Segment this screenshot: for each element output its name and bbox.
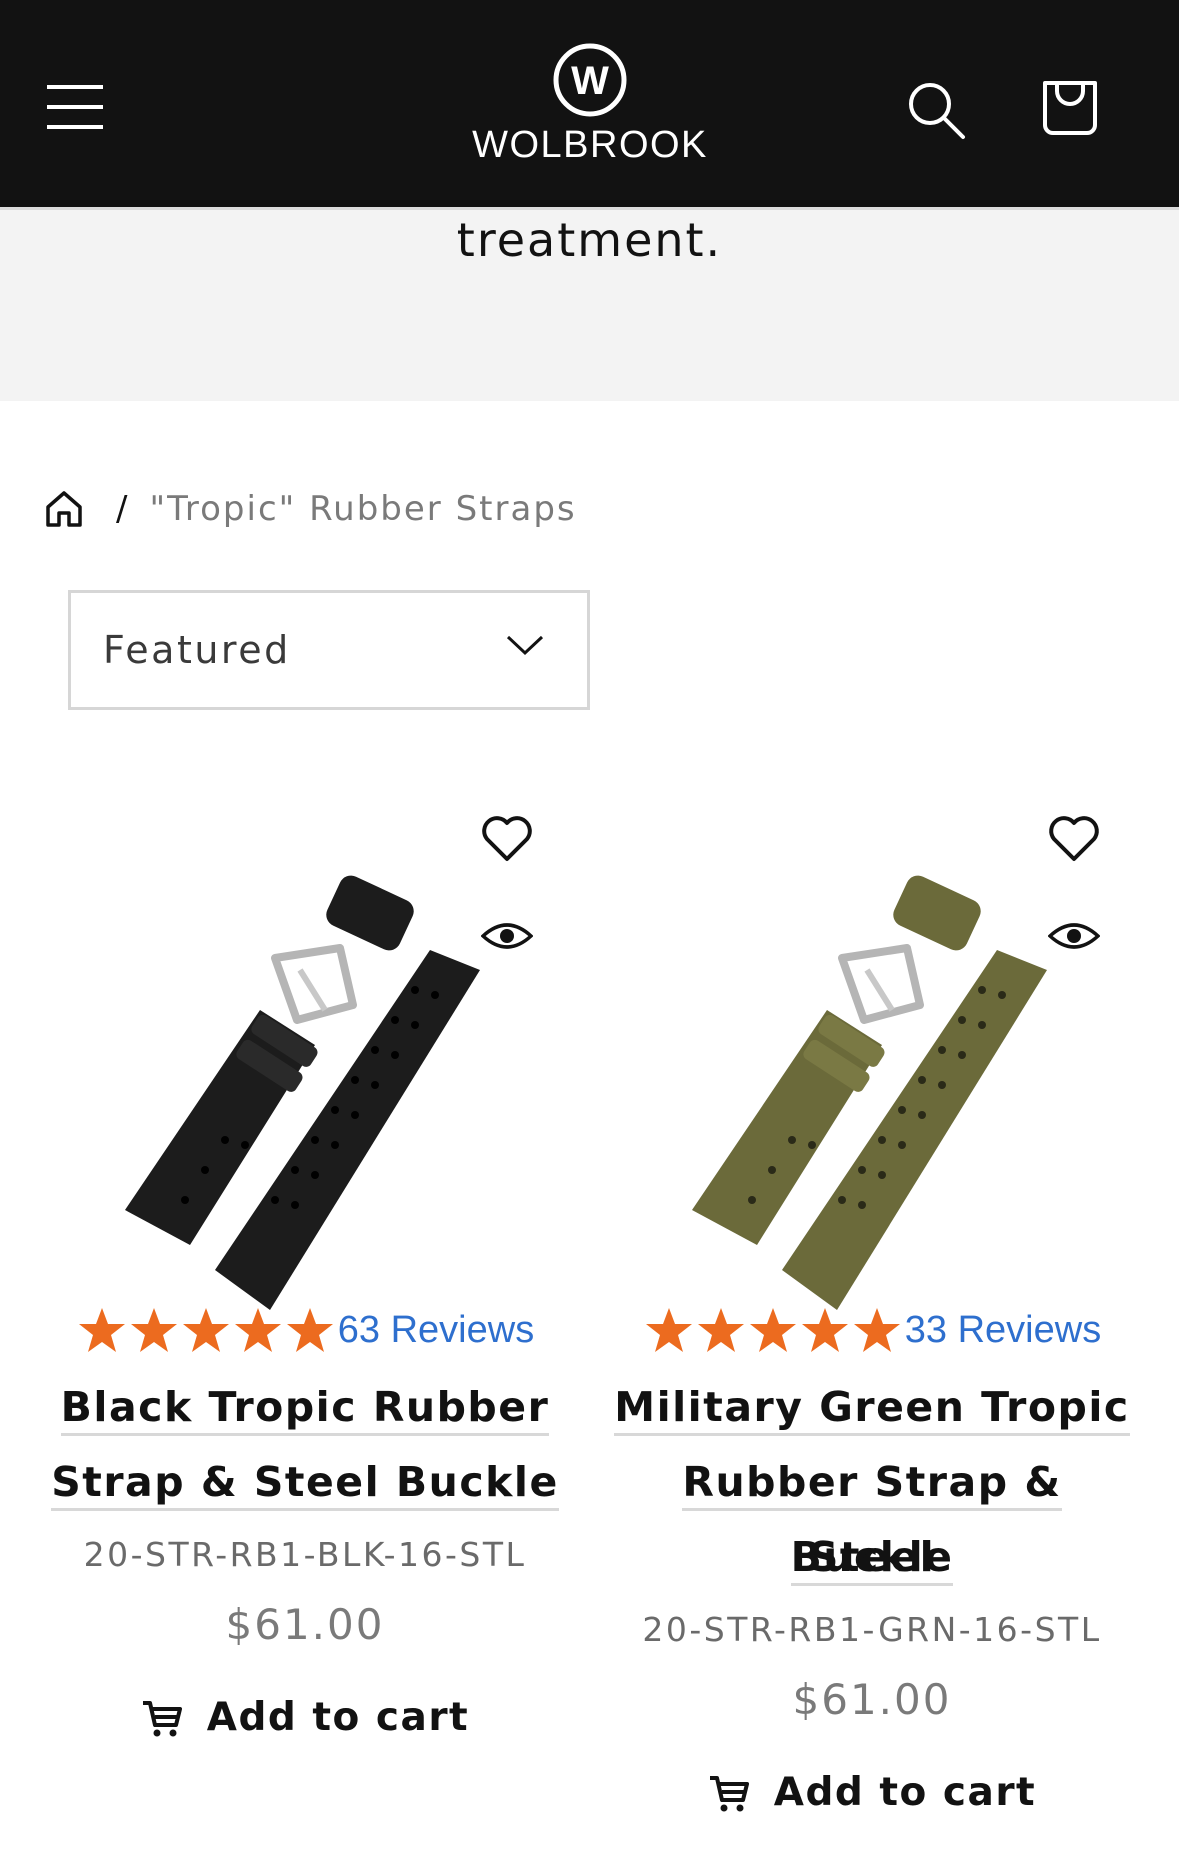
sort-select[interactable]: Featured <box>68 590 590 710</box>
product-card[interactable]: 33 Reviews Military Green Tropic Rubber … <box>612 800 1132 1815</box>
product-price: $61.00 <box>792 1675 952 1724</box>
breadcrumb-separator: / <box>116 489 130 529</box>
breadcrumb: / "Tropic" Rubber Straps <box>44 484 577 534</box>
search-icon <box>909 83 965 139</box>
add-to-cart-label: Add to cart <box>773 1770 1037 1815</box>
star-rating <box>76 1305 336 1355</box>
collection-description-banner: treatment. <box>0 207 1179 401</box>
product-title[interactable]: Black Tropic Rubber <box>45 1370 565 1445</box>
star-icon <box>801 1308 848 1352</box>
add-to-cart-label: Add to cart <box>206 1695 470 1740</box>
cart-button[interactable] <box>1030 66 1110 146</box>
cart-icon <box>142 1700 182 1736</box>
product-title[interactable]: Military Green Tropic <box>612 1370 1132 1445</box>
star-icon <box>182 1308 229 1352</box>
product-image[interactable] <box>45 800 565 1310</box>
quick-view-eye-icon[interactable] <box>481 918 533 954</box>
product-title[interactable]: Strap & Steel Buckle <box>45 1445 565 1520</box>
star-icon <box>78 1308 125 1352</box>
logo-text: WOLBROOK <box>472 124 708 166</box>
svg-text:W: W <box>571 59 609 103</box>
strap-image <box>125 875 480 1310</box>
product-sku: 20-STR-RB1-BLK-16-STL <box>83 1535 527 1574</box>
add-to-cart-button[interactable]: Add to cart <box>45 1695 565 1740</box>
product-image[interactable] <box>612 800 1132 1310</box>
banner-text: treatment. <box>456 213 723 267</box>
search-button[interactable] <box>896 70 976 150</box>
cart-bag-icon <box>1043 81 1097 135</box>
sort-selected-value: Featured <box>103 628 291 672</box>
strap-image <box>692 875 1047 1310</box>
product-title-line: Military Green Tropic <box>614 1383 1130 1436</box>
star-rating <box>643 1305 903 1355</box>
wishlist-heart-icon[interactable] <box>479 810 535 866</box>
product-title-line: Buckle <box>790 1533 954 1586</box>
product-sku: 20-STR-RB1-GRN-16-STL <box>642 1610 1102 1649</box>
logo-mark-icon: W <box>553 43 627 117</box>
reviews-link[interactable]: 33 Reviews <box>905 1309 1101 1352</box>
star-icon <box>645 1308 692 1352</box>
site-logo[interactable]: W WOLBROOK <box>440 42 740 172</box>
menu-button[interactable] <box>38 70 112 144</box>
breadcrumb-current: "Tropic" Rubber Straps <box>149 489 577 529</box>
product-rating: 33 Reviews <box>612 1305 1132 1355</box>
star-icon <box>853 1308 900 1352</box>
reviews-link[interactable]: 63 Reviews <box>338 1309 534 1352</box>
wishlist-heart-icon[interactable] <box>1046 810 1102 866</box>
star-icon <box>234 1308 281 1352</box>
chevron-down-icon <box>506 635 544 656</box>
product-rating: 63 Reviews <box>45 1305 565 1355</box>
product-title-line: Strap & Steel Buckle <box>51 1458 559 1511</box>
breadcrumb-home-link[interactable] <box>44 487 86 531</box>
star-icon <box>697 1308 744 1352</box>
product-title[interactable]: Buckle <box>612 1520 1132 1595</box>
product-card[interactable]: 63 Reviews Black Tropic Rubber Strap & S… <box>45 800 565 1740</box>
site-header: W WOLBROOK <box>0 0 1179 207</box>
quick-view-eye-icon[interactable] <box>1048 918 1100 954</box>
home-icon <box>46 491 82 527</box>
cart-icon <box>709 1775 749 1811</box>
add-to-cart-button[interactable]: Add to cart <box>612 1770 1132 1815</box>
hamburger-menu-icon <box>47 85 103 129</box>
star-icon <box>130 1308 177 1352</box>
product-title-line: Black Tropic Rubber <box>60 1383 550 1436</box>
star-icon <box>286 1308 333 1352</box>
product-price: $61.00 <box>225 1600 385 1649</box>
star-icon <box>749 1308 796 1352</box>
